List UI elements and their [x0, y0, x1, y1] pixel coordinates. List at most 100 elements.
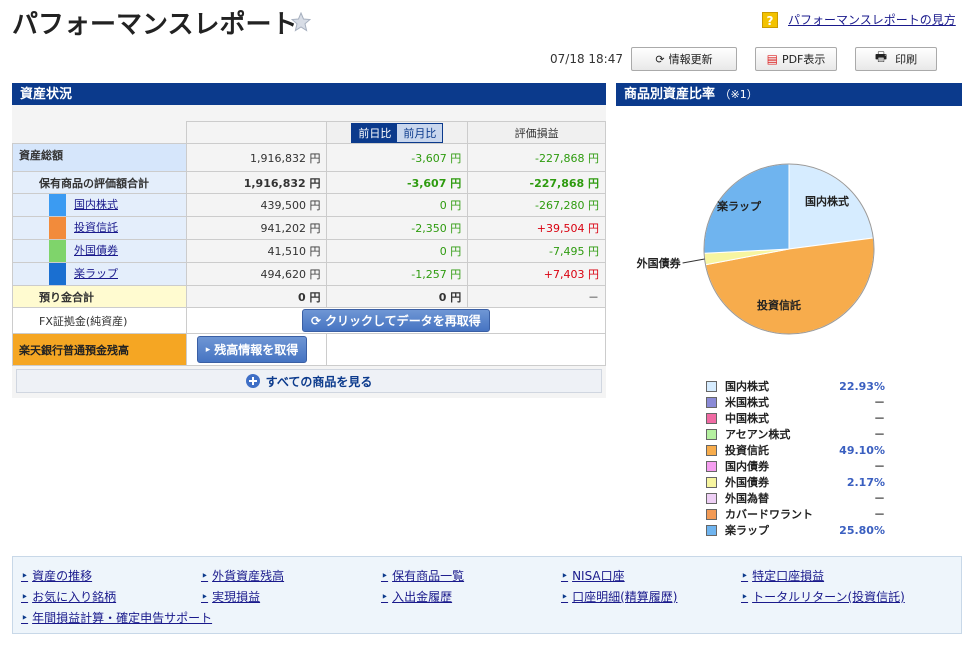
- deposit-pl: －: [467, 285, 606, 308]
- pie-leader-line: [682, 258, 705, 264]
- ratio-panel-header: 商品別資産比率 （※1）: [616, 83, 962, 106]
- table-row: 国内株式 439,500 円 0 円 -267,280 円: [12, 193, 606, 217]
- footer-links: 資産の推移 外貨資産残高 保有商品一覧 NISA口座 特定口座損益 お気に入り銘…: [12, 556, 962, 634]
- toolbar: 07/18 18:47 ⟳ 情報更新 ▤ PDF表示 🖶 印刷: [550, 47, 937, 71]
- legend-item: アセアン株式 －: [706, 426, 885, 442]
- legend-name: カバードワラント: [725, 508, 813, 521]
- legend-swatch: [706, 412, 717, 424]
- ratio-panel-note: （※1）: [719, 88, 758, 101]
- row-value: 941,202 円: [185, 216, 328, 240]
- row-link-domestic[interactable]: 国内株式: [74, 194, 118, 216]
- link-nisa[interactable]: NISA口座: [561, 567, 625, 584]
- link-statement[interactable]: 口座明細(精算履歴): [561, 588, 677, 605]
- holdings-label: 保有商品の評価額合計: [12, 171, 187, 194]
- legend-swatch: [706, 492, 717, 504]
- compare-tabs: 前日比 前月比: [351, 122, 444, 143]
- color-swatch: [49, 263, 66, 285]
- legend-percent: 49.10%: [839, 443, 885, 457]
- link-holdings[interactable]: 保有商品一覧: [381, 567, 464, 584]
- legend-name: 外国債券: [725, 476, 769, 489]
- total-value: 1,916,832 円: [185, 143, 328, 172]
- color-swatch: [49, 240, 66, 262]
- col-header-pl: 評価損益: [467, 121, 606, 144]
- legend-percent: 25.80%: [839, 523, 885, 537]
- bank-label: 楽天銀行普通預金残高: [12, 333, 187, 366]
- row-value: 439,500 円: [185, 193, 328, 217]
- legend-percent: －: [874, 412, 885, 425]
- deposit-label: 預り金合計: [12, 285, 187, 308]
- help-icon: ?: [762, 11, 778, 28]
- total-label: 資産総額: [12, 143, 187, 172]
- legend-percent: －: [874, 428, 885, 441]
- legend-swatch: [706, 460, 717, 472]
- table-row: 外国債券 41,510 円 0 円 -7,495 円: [12, 239, 606, 263]
- holdings-pl: -227,868 円: [467, 171, 606, 194]
- link-total-return[interactable]: トータルリターン(投資信託): [741, 588, 905, 605]
- row-pl: +7,403 円: [467, 262, 606, 286]
- legend-item: 米国株式 －: [706, 394, 885, 410]
- bank-balance-label: 残高情報を取得: [214, 343, 299, 357]
- fx-label: FX証拠金(純資産): [12, 307, 187, 334]
- row-value: 41,510 円: [185, 239, 328, 263]
- legend-item: 中国株式 －: [706, 410, 885, 426]
- pdf-button[interactable]: ▤ PDF表示: [754, 47, 837, 71]
- legend-percent: －: [874, 460, 885, 473]
- legend-item: 国内株式 22.93%: [706, 378, 885, 394]
- refresh-icon: ⟳: [310, 313, 322, 328]
- legend-swatch: [706, 444, 717, 456]
- print-button[interactable]: 🖶 印刷: [854, 47, 937, 71]
- link-tax-support[interactable]: 年間損益計算・確定申告サポート: [21, 609, 212, 626]
- legend-swatch: [706, 476, 717, 488]
- chevron-right-icon: ▸: [205, 344, 211, 355]
- legend-percent: 22.93%: [839, 379, 885, 393]
- favorite-star-icon[interactable]: [291, 12, 311, 32]
- help-link[interactable]: パフォーマンスレポートの見方: [788, 11, 956, 28]
- legend-item: 投資信託 49.10%: [706, 442, 885, 458]
- show-all-label: すべての商品を見る: [265, 374, 373, 389]
- refresh-button[interactable]: ⟳ 情報更新: [630, 47, 737, 71]
- table-row: 投資信託 941,202 円 -2,350 円 +39,504 円: [12, 216, 606, 240]
- legend-percent: －: [874, 492, 885, 505]
- legend-item: 外国為替 －: [706, 490, 885, 506]
- legend-name: 外国為替: [725, 492, 769, 505]
- row-link-bond[interactable]: 外国債券: [74, 240, 118, 262]
- color-swatch: [49, 217, 66, 239]
- link-cash-history[interactable]: 入出金履歴: [381, 588, 452, 605]
- help-link-group[interactable]: ? パフォーマンスレポートの見方: [762, 11, 956, 28]
- legend-percent: －: [874, 396, 885, 409]
- legend-name: 中国株式: [725, 412, 769, 425]
- legend-name: アセアン株式: [725, 428, 791, 441]
- legend-name: 米国株式: [725, 396, 769, 409]
- asset-panel-title: 資産状況: [20, 87, 73, 102]
- link-tokutei[interactable]: 特定口座損益: [741, 567, 824, 584]
- total-diff: -3,607 円: [326, 143, 469, 172]
- link-favorites[interactable]: お気に入り銘柄: [21, 588, 116, 605]
- row-link-wrap[interactable]: 楽ラップ: [74, 263, 118, 285]
- fx-refetch-label: クリックしてデータを再取得: [325, 314, 481, 328]
- pdf-icon: ▤: [766, 52, 778, 66]
- legend-swatch: [706, 428, 717, 440]
- tab-month[interactable]: 前月比: [397, 123, 443, 142]
- row-diff: 0 円: [326, 239, 469, 263]
- legend-item: 外国債券 2.17%: [706, 474, 885, 490]
- bank-balance-button[interactable]: ▸ 残高情報を取得: [196, 336, 308, 363]
- row-diff: -2,350 円: [326, 216, 469, 240]
- row-link-fund[interactable]: 投資信託: [74, 217, 118, 239]
- legend-item: 国内債券 －: [706, 458, 885, 474]
- legend-item: カバードワラント －: [706, 506, 885, 522]
- deposit-diff: 0 円: [326, 285, 469, 308]
- pie-label-bond: 外国債券: [636, 256, 682, 270]
- fx-refetch-button[interactable]: ⟳ クリックしてデータを再取得: [301, 309, 490, 332]
- legend-name: 国内株式: [725, 380, 769, 393]
- refresh-label: 情報更新: [668, 53, 713, 66]
- link-realized-pl[interactable]: 実現損益: [201, 588, 260, 605]
- update-timestamp: 07/18 18:47: [550, 52, 623, 66]
- asset-table: 前日比 前月比 評価損益 資産総額 1,916,832 円 -3,607 円 -…: [12, 121, 607, 366]
- row-pl: -7,495 円: [467, 239, 606, 263]
- print-label: 印刷: [895, 53, 918, 66]
- legend-swatch: [706, 380, 717, 392]
- link-fx-assets[interactable]: 外貨資産残高: [201, 567, 284, 584]
- link-asset-history[interactable]: 資産の推移: [21, 567, 92, 584]
- tab-day[interactable]: 前日比: [352, 123, 398, 142]
- show-all-button[interactable]: すべての商品を見る: [16, 369, 602, 393]
